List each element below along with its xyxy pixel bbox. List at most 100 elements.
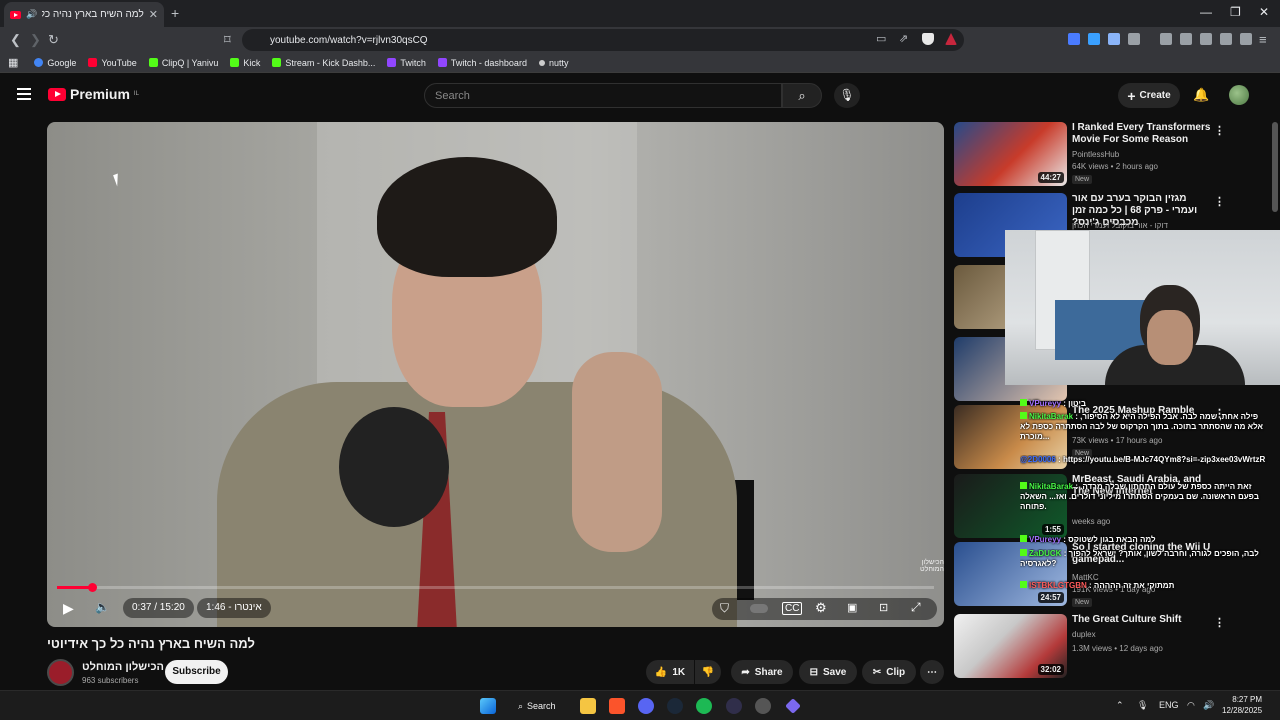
bookmark-nutty[interactable]: nutty — [538, 58, 568, 68]
extension-icon[interactable] — [1068, 33, 1080, 45]
bookmark-twitch-dashboard[interactable]: Twitch - dashboard — [437, 58, 527, 68]
play-button-icon[interactable]: ▶ — [63, 600, 74, 617]
brave-shield-icon[interactable] — [922, 33, 934, 45]
reload-icon[interactable]: ↻ — [48, 32, 59, 48]
music-icon[interactable] — [1160, 33, 1172, 45]
video-title: למה השיח בארץ נהיה כל כך אידיוטי — [47, 636, 255, 651]
chapter-button[interactable]: 1:46 - אינטרו — [197, 598, 271, 618]
recommendation-title[interactable]: The Great Culture Shift — [1072, 614, 1212, 626]
clip-button[interactable]: ✂ Clip — [862, 660, 916, 684]
extension-icon[interactable] — [1108, 33, 1120, 45]
close-window-icon[interactable]: ✕ — [1259, 5, 1269, 19]
extension-icon[interactable] — [1128, 33, 1140, 45]
scrubber-handle[interactable] — [88, 583, 98, 592]
share-icon[interactable]: ⇗ — [899, 32, 908, 45]
autoplay-toggle[interactable] — [750, 604, 768, 613]
back-icon[interactable]: ❮ — [10, 32, 21, 48]
youtube-play-logo-icon — [48, 87, 66, 101]
chat-message: ZaDUCK : לבה, הופכים לגורה, וחרבה לשון, … — [1020, 549, 1259, 568]
system-clock[interactable]: 8:27 PM 12/28/2025 — [1222, 694, 1262, 716]
youtube-premium-logo[interactable]: Premium IL — [48, 86, 139, 102]
cast-icon[interactable]: ⊡ — [879, 601, 888, 614]
search-input[interactable]: Search — [424, 83, 782, 108]
save-button[interactable]: ⊟ Save — [799, 660, 857, 684]
miniplayer-icon[interactable]: ▣ — [847, 601, 857, 614]
bookmark-kick[interactable]: Kick — [230, 58, 260, 68]
windows-taskbar: ⌕ Search ⌃ 🎙 ENG ◠ 🔊 8:27 PM 12/28/2025 — [0, 690, 1280, 720]
recommendation-channel[interactable]: PointlessHub — [1072, 150, 1119, 159]
video-thumbnail[interactable]: 44:27 — [954, 122, 1067, 186]
app-icon[interactable] — [755, 698, 771, 714]
discord-icon[interactable] — [638, 698, 654, 714]
channel-name[interactable]: הכישלון המוחלט — [82, 661, 164, 673]
brave-browser-icon[interactable] — [609, 698, 625, 714]
cast-icon[interactable]: ▭ — [876, 32, 886, 45]
steam-icon[interactable] — [667, 698, 683, 714]
recommendation-title[interactable]: I Ranked Every Transformers Movie For So… — [1072, 122, 1212, 146]
leo-ai-icon[interactable] — [1220, 33, 1232, 45]
share-button[interactable]: ➦ Share — [731, 660, 793, 684]
autoplay-icon[interactable]: ⛉ — [720, 601, 729, 616]
volume-tray-icon[interactable]: 🔊 — [1203, 700, 1214, 711]
more-vertical-icon[interactable]: ⋮ — [1214, 124, 1225, 137]
recommendation-item[interactable]: 32:02 The Great Culture Shift duplex 1.3… — [954, 614, 1274, 680]
notifications-bell-icon[interactable]: 🔔 — [1193, 87, 1209, 103]
captions-icon[interactable]: CC — [782, 602, 803, 615]
tray-chevron-icon[interactable]: ⌃ — [1116, 700, 1124, 711]
sidebar-icon[interactable] — [1180, 33, 1192, 45]
video-player[interactable]: הכישלון המוחלט ▶ 🔈 0:37 / 15:20 1:46 - א… — [47, 122, 944, 627]
volume-icon[interactable]: 🔈 — [95, 600, 110, 614]
create-button[interactable]: + Create — [1118, 83, 1180, 108]
close-tab-icon[interactable]: ✕ — [149, 8, 158, 21]
bookmark-icon[interactable]: ⌑ — [224, 32, 231, 48]
dislike-button[interactable]: 👎 — [695, 660, 721, 684]
minimize-icon[interactable]: — — [1200, 5, 1212, 19]
bookmark-twitch[interactable]: Twitch — [387, 58, 426, 68]
browser-tab[interactable]: 🔊 למה השיח בארץ נהיה כל כך אידיוטי ✕ — [4, 2, 164, 27]
recommendation-item[interactable]: 44:27 I Ranked Every Transformers Movie … — [954, 122, 1274, 188]
bookmark-clipq[interactable]: ClipQ | Yanivu — [148, 58, 218, 68]
bookmark-google[interactable]: Google — [34, 58, 76, 68]
language-indicator[interactable]: ENG — [1159, 700, 1179, 710]
progress-bar[interactable] — [57, 583, 934, 592]
bookmark-kick-dashboard[interactable]: Stream - Kick Dashb... — [272, 58, 375, 68]
more-vertical-icon[interactable]: ⋮ — [1214, 195, 1225, 208]
recommendation-channel[interactable]: דוקו - אור בוקובל ועמרי הכהן — [1072, 221, 1168, 230]
channel-avatar[interactable] — [47, 659, 74, 686]
user-avatar[interactable] — [1229, 85, 1249, 105]
more-actions-button[interactable]: ⋯ — [920, 660, 944, 684]
url-bar[interactable]: youtube.com/watch?v=rjlvn30qsCQ — [242, 29, 964, 51]
recommendation-channel[interactable]: duplex — [1072, 630, 1096, 639]
new-tab-button[interactable]: + — [171, 5, 179, 21]
kick-badge-icon — [1020, 549, 1027, 556]
voice-search-button[interactable]: 🎙 — [834, 83, 860, 108]
settings-gear-icon[interactable]: ⚙ — [815, 600, 827, 616]
file-explorer-icon[interactable] — [580, 698, 596, 714]
forward-icon[interactable]: ❯ — [30, 32, 41, 48]
wallet-icon[interactable] — [1200, 33, 1212, 45]
video-thumbnail[interactable]: 32:02 — [954, 614, 1067, 678]
restore-icon[interactable]: ❐ — [1230, 5, 1241, 19]
fullscreen-icon[interactable]: ⤢ — [911, 600, 921, 615]
wifi-icon[interactable]: ◠ — [1187, 700, 1195, 711]
tray-microphone-icon[interactable]: 🎙 — [1137, 700, 1148, 711]
thumbs-down-icon: 👎 — [701, 666, 715, 678]
search-button[interactable]: ⌕ — [782, 83, 822, 108]
obs-icon[interactable] — [726, 698, 742, 714]
spotify-icon[interactable] — [696, 698, 712, 714]
like-button[interactable]: 👍 1K — [646, 660, 694, 684]
subscribe-button[interactable]: Subscribe — [165, 660, 228, 684]
taskbar-search[interactable]: ⌕ Search — [510, 695, 568, 717]
apps-grid-icon[interactable]: ▦ — [8, 56, 18, 69]
bookmark-youtube[interactable]: YouTube — [88, 58, 137, 68]
hamburger-menu-icon[interactable] — [17, 88, 31, 103]
menu-icon[interactable]: ≡ — [1259, 32, 1267, 47]
vpn-icon[interactable] — [1240, 33, 1252, 45]
more-vertical-icon[interactable]: ⋮ — [1214, 616, 1225, 629]
app-icon[interactable] — [785, 698, 801, 714]
progress-fill — [57, 586, 93, 589]
speaker-icon[interactable]: 🔊 — [26, 9, 37, 20]
sidebar-scrollbar[interactable] — [1272, 122, 1278, 212]
windows-start-icon[interactable] — [480, 698, 496, 714]
translate-icon[interactable] — [1088, 33, 1100, 45]
